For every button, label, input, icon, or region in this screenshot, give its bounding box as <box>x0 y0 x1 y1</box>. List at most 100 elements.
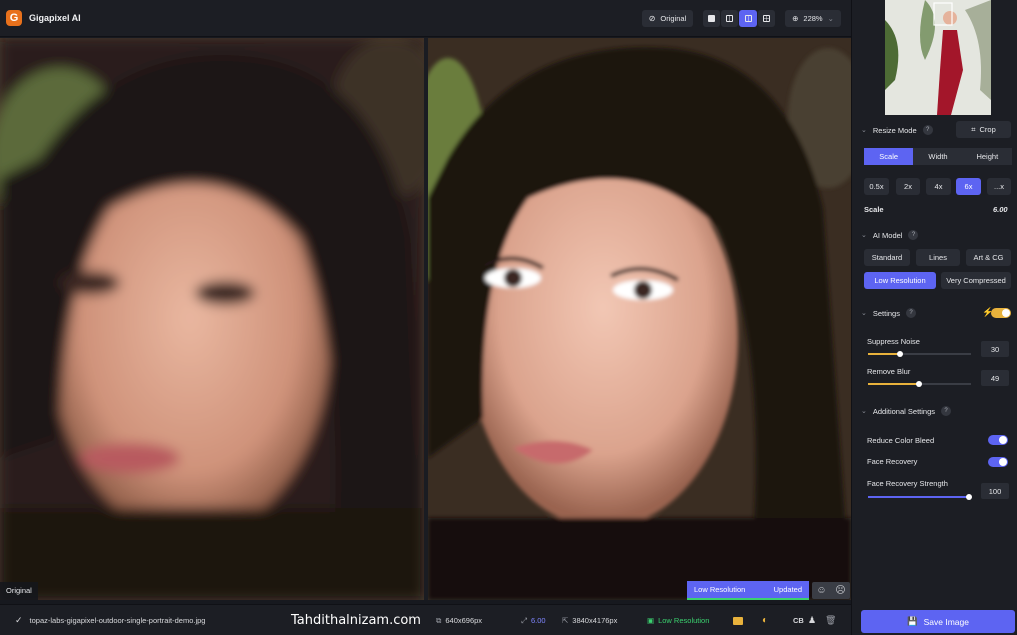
original-image-panel[interactable] <box>0 38 424 600</box>
file-name: topaz-labs-gigapixel-outdoor-single-port… <box>29 616 206 625</box>
tab-height[interactable]: Height <box>962 148 1012 165</box>
remove-blur-slider[interactable] <box>868 381 971 387</box>
original-portrait-image <box>0 38 424 600</box>
view-single-button[interactable] <box>703 10 720 27</box>
ai-model-label: AI Model <box>872 230 903 240</box>
model-very-compressed-button[interactable]: Very Compressed <box>941 272 1011 289</box>
chevron-down-icon: ⌄ <box>861 127 867 134</box>
thumbnail-image <box>885 0 991 115</box>
split-view-icon <box>726 15 733 22</box>
color-bleed-badge[interactable]: CB <box>793 605 804 635</box>
face-recovery-strength-input[interactable]: 100 <box>981 483 1009 499</box>
status-model-label: Low Resolution <box>694 585 746 594</box>
resize-mode-label: Resize Mode <box>872 125 917 135</box>
reduce-color-bleed-toggle[interactable] <box>988 435 1008 445</box>
trash-icon[interactable]: 🗑 <box>825 605 836 635</box>
processing-progress-bar <box>687 598 809 600</box>
suppress-noise-slider[interactable] <box>868 351 971 357</box>
model-icon: ▣ <box>647 616 655 625</box>
chevron-down-icon: ⌄ <box>827 14 834 23</box>
ai-model-header[interactable]: ⌄ AI Model ? <box>861 230 919 240</box>
expand-icon: ⤢ <box>521 615 527 625</box>
save-icon: 💾 <box>907 616 918 626</box>
scale-readout: 6.00 <box>531 616 546 625</box>
original-toggle-label: Original <box>660 14 687 23</box>
suppress-noise-input[interactable]: 30 <box>981 341 1009 357</box>
face-recovery-icon[interactable]: ♟ <box>808 605 816 635</box>
help-icon[interactable]: ? <box>922 125 933 135</box>
model-art-cg-button[interactable]: Art & CG <box>966 249 1011 266</box>
save-image-label: Save Image <box>923 616 969 627</box>
app-title: Gigapixel AI <box>29 13 81 23</box>
crop-icon: ⌗ <box>971 124 976 134</box>
output-size: 3840x4176px <box>572 616 618 625</box>
scale-4x-button[interactable]: 4x <box>926 178 951 195</box>
face-recovery-strength-label: Face Recovery Strength <box>867 479 948 488</box>
settings-header[interactable]: ⌄ Settings ? <box>861 308 916 318</box>
chevron-down-icon: ⌄ <box>861 232 867 239</box>
resize-mode-tabs: Scale Width Height <box>864 148 1012 165</box>
bottom-status-bar: ✓ topaz-labs-gigapixel-outdoor-single-po… <box>0 604 851 635</box>
side-by-side-view-icon <box>744 15 752 22</box>
gigapixel-logo-icon: G <box>6 10 22 26</box>
quad-view-icon <box>763 15 770 22</box>
checkmark-icon: ✓ <box>15 615 23 625</box>
help-icon[interactable]: ? <box>905 308 916 318</box>
model-lines-button[interactable]: Lines <box>916 249 960 266</box>
image-size-icon: ⧉ <box>436 615 442 625</box>
tab-scale[interactable]: Scale <box>864 148 914 165</box>
face-feedback-group: ☺ ☹ <box>812 582 850 599</box>
low-resolution-badge-icon[interactable] <box>733 605 743 635</box>
face-recovery-strength-slider[interactable] <box>868 494 972 500</box>
chevron-down-icon: ⌄ <box>861 408 867 415</box>
scale-0-5x-button[interactable]: 0.5x <box>864 178 889 195</box>
single-view-icon <box>708 15 715 22</box>
zoom-dropdown[interactable]: ⊕ 228% ⌄ <box>785 10 841 27</box>
output-size-group: ⇱ 3840x4176px <box>562 605 617 635</box>
model-group: ▣ Low Resolution <box>647 605 709 635</box>
crop-button[interactable]: ⌗ Crop <box>956 121 1011 138</box>
settings-auto-toggle[interactable] <box>991 308 1011 318</box>
neutral-face-icon[interactable]: ☹ <box>835 585 845 596</box>
status-updated-label: Updated <box>773 585 802 594</box>
smile-face-icon[interactable]: ☺ <box>816 585 826 596</box>
scale-label: Scale <box>864 205 884 214</box>
additional-settings-header[interactable]: ⌄ Additional Settings ? <box>861 406 951 416</box>
face-recovery-label: Face Recovery <box>867 457 918 466</box>
processing-status-bar: Low Resolution Updated <box>687 581 809 598</box>
help-icon[interactable]: ? <box>908 230 919 240</box>
face-recovery-toggle[interactable] <box>988 457 1008 467</box>
resize-mode-header[interactable]: ⌄ Resize Mode ? <box>861 125 933 135</box>
cb-label: CB <box>793 616 804 625</box>
view-split-button[interactable] <box>721 10 738 27</box>
navigator-thumbnail[interactable] <box>885 0 991 115</box>
tab-width[interactable]: Width <box>913 148 963 165</box>
enhanced-image-panel[interactable] <box>428 38 851 600</box>
scale-value: 6.00 <box>993 205 1008 214</box>
settings-sidebar: ⌄ Resize Mode ? ⌗ Crop Scale Width Heigh… <box>851 0 1017 635</box>
suppress-noise-label: Suppress Noise <box>867 337 920 346</box>
original-toggle-button[interactable]: ⊘ Original <box>642 10 693 27</box>
crop-label: Crop <box>979 125 996 134</box>
scale-6x-button[interactable]: 6x <box>956 178 981 195</box>
scale-group: ⤢ 6.00 <box>521 605 546 635</box>
additional-settings-label: Additional Settings <box>872 406 935 416</box>
enhanced-portrait-image <box>428 38 851 600</box>
output-size-icon: ⇱ <box>562 616 569 625</box>
reduce-color-bleed-label: Reduce Color Bleed <box>867 436 935 445</box>
help-icon[interactable]: ? <box>941 406 951 416</box>
remove-blur-label: Remove Blur <box>867 367 911 376</box>
file-item[interactable]: ✓ topaz-labs-gigapixel-outdoor-single-po… <box>15 605 205 635</box>
half-moon-icon[interactable]: ◐ <box>762 605 768 635</box>
model-low-resolution-button[interactable]: Low Resolution <box>864 272 936 289</box>
scale-2x-button[interactable]: 2x <box>896 178 920 195</box>
remove-blur-input[interactable]: 49 <box>981 370 1009 386</box>
save-image-button[interactable]: 💾 Save Image <box>861 610 1015 633</box>
view-side-by-side-button[interactable] <box>739 10 757 27</box>
app-window: G Gigapixel AI ⊘ Original ⊕ 228% ⌄ Origi… <box>0 0 1017 635</box>
watermark-text: Tahdithalnizam.com <box>291 613 421 628</box>
model-standard-button[interactable]: Standard <box>864 249 910 266</box>
scale-custom-button[interactable]: ...x <box>987 178 1011 195</box>
eye-off-icon: ⊘ <box>648 14 656 23</box>
view-quad-button[interactable] <box>758 10 775 27</box>
